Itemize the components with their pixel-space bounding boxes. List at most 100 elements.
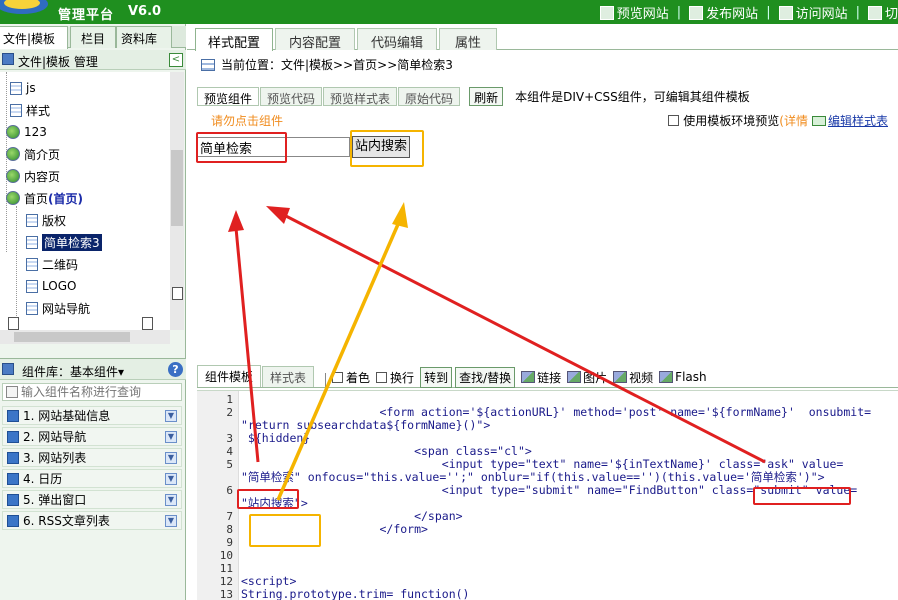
line-number: 9: [226, 536, 233, 549]
flash-button[interactable]: Flash: [659, 367, 707, 387]
collapse-left-icon[interactable]: <: [169, 53, 183, 67]
category-icon: [7, 430, 19, 443]
top-links: 预览网站 | 发布网站 | 访问网站 | 切: [599, 3, 898, 22]
category-icon: [7, 451, 19, 464]
image-icon: [567, 371, 582, 383]
main-panel: 样式配置 内容配置 代码编辑 属性 当前位置：文件|模板>>首页>>简单检索3 …: [187, 24, 898, 600]
preview-icon: [599, 5, 614, 20]
line-number: 12: [219, 575, 233, 588]
category-item[interactable]: 4. 日历 ▼: [2, 469, 182, 488]
page-icon: [10, 103, 22, 117]
library-icon: [2, 363, 14, 375]
component-description: 本组件是DIV+CSS组件，可编辑其组件模板: [515, 89, 750, 104]
tree-item[interactable]: 二维码: [26, 254, 78, 274]
tab-properties[interactable]: 属性: [439, 28, 497, 51]
find-replace-button[interactable]: 查找/替换: [455, 366, 516, 388]
expand-icon[interactable]: ▼: [165, 514, 177, 527]
page-icon: [26, 301, 38, 315]
edit-css-link[interactable]: 编辑样式表: [828, 112, 888, 129]
sidebar-tabs: 文件|模板 栏目 资料库: [0, 26, 186, 49]
tab-file-template[interactable]: 文件|模板: [0, 26, 68, 49]
component-search-input[interactable]: [21, 385, 171, 399]
expand-icon[interactable]: ▼: [165, 409, 177, 422]
tab-code-edit[interactable]: 代码编辑: [357, 28, 437, 51]
panel-icon: [2, 53, 14, 65]
tree-item[interactable]: LOGO: [26, 276, 76, 296]
expand-icon[interactable]: ▼: [165, 493, 177, 506]
code-editor[interactable]: 1 2 3 4 5 6 7 8 9 10 11 12 13 <form acti…: [197, 390, 898, 600]
category-item[interactable]: 5. 弹出窗口 ▼: [2, 490, 182, 509]
tab-component-template[interactable]: 组件模板: [197, 365, 262, 387]
tree-item[interactable]: 网站导航: [26, 298, 90, 318]
line-number: 8: [226, 523, 233, 536]
preview-site-link[interactable]: 预览网站: [599, 3, 669, 22]
line-number: 13: [219, 588, 233, 600]
tree-item-selected[interactable]: 简单检索3: [26, 232, 102, 252]
video-icon: [613, 371, 628, 383]
expand-icon[interactable]: ▼: [165, 430, 177, 443]
tree-item[interactable]: 版权: [26, 210, 66, 230]
tree-item[interactable]: 简介页: [6, 144, 60, 164]
category-icon: [7, 514, 19, 527]
video-button[interactable]: 视频: [613, 367, 653, 387]
subtab-raw-code[interactable]: 原始代码: [398, 86, 461, 106]
annotation-box-red: [237, 489, 299, 509]
image-button[interactable]: 图片: [567, 367, 607, 387]
visit-site-link[interactable]: 访问网站: [778, 3, 848, 22]
preview-options: 使用模板环境预览 (详情 编辑样式表: [668, 112, 888, 129]
warning-text: 请勿点击组件: [211, 114, 284, 128]
subtab-preview-code[interactable]: 预览代码: [260, 86, 323, 106]
category-item[interactable]: 2. 网站导航 ▼: [2, 427, 182, 446]
editor-toolbar: 组件模板 样式表 着色 换行 转到 查找/替换 链接 图片 视频 Flash: [197, 365, 898, 388]
line-number: 10: [219, 549, 233, 562]
subtab-preview-component[interactable]: 预览组件: [197, 86, 260, 106]
tree-item[interactable]: 123: [6, 122, 47, 142]
subtab-preview-css[interactable]: 预览样式表: [323, 86, 398, 106]
detail-link[interactable]: (详情: [779, 112, 808, 129]
switch-link[interactable]: 切: [867, 3, 898, 22]
flash-icon: [659, 371, 674, 383]
line-number: 4: [226, 445, 233, 458]
tree-item[interactable]: js: [10, 78, 36, 98]
category-item[interactable]: 6. RSS文章列表 ▼: [2, 511, 182, 530]
line-number: 6: [226, 484, 233, 497]
category-item[interactable]: 3. 网站列表 ▼: [2, 448, 182, 467]
tree-item[interactable]: 内容页: [6, 166, 60, 186]
goto-button[interactable]: 转到: [420, 366, 453, 388]
left-panel: 文件|模板 栏目 资料库 文件|模板 管理 < js 样式 123 简介页 内容…: [0, 24, 186, 600]
line-number: 5: [226, 458, 233, 471]
folder-icon: [6, 191, 20, 205]
category-item[interactable]: 1. 网站基础信息 ▼: [2, 406, 182, 425]
tree-horizontal-scrollbar[interactable]: [0, 330, 170, 344]
css-icon: [811, 115, 826, 126]
expand-icon[interactable]: ▼: [165, 472, 177, 485]
wrap-toggle[interactable]: 换行: [376, 367, 414, 387]
link-button[interactable]: 链接: [521, 367, 561, 387]
file-tree: js 样式 123 简介页 内容页 首页 (首页) 版权 简单检索3 二维码 LO…: [0, 72, 170, 330]
scroll-square: [8, 317, 19, 330]
breadcrumb: 当前位置：文件|模板>>首页>>简单检索3: [201, 56, 453, 73]
tab-stylesheet[interactable]: 样式表: [262, 366, 315, 387]
help-icon[interactable]: ?: [168, 362, 183, 377]
tree-item[interactable]: 样式: [10, 100, 50, 120]
tab-content-config[interactable]: 内容配置: [275, 28, 355, 51]
publish-site-link[interactable]: 发布网站: [689, 3, 758, 22]
use-env-checkbox[interactable]: [668, 115, 680, 126]
folder-icon: [6, 125, 20, 139]
breadcrumb-text: 当前位置：文件|模板>>首页>>简单检索3: [221, 58, 453, 72]
refresh-button[interactable]: 刷新: [469, 86, 504, 106]
tab-column[interactable]: 栏目: [70, 26, 116, 48]
tree-item-home[interactable]: 首页 (首页): [6, 188, 83, 208]
component-library-select[interactable]: 组件库：基本组件▾: [22, 363, 124, 380]
color-toggle[interactable]: 着色: [332, 367, 370, 387]
main-tabs: 样式配置 内容配置 代码编辑 属性: [187, 28, 898, 51]
link-icon: [521, 371, 536, 383]
tab-library[interactable]: 资料库: [116, 26, 172, 48]
page-icon: [26, 235, 38, 249]
tab-style-config[interactable]: 样式配置: [195, 28, 273, 51]
platform-logo: [0, 0, 48, 14]
scroll-square: [142, 317, 153, 330]
expand-icon[interactable]: ▼: [165, 451, 177, 464]
line-number: 1: [226, 393, 233, 406]
preview-subtabs: 预览组件 预览代码 预览样式表 原始代码 刷新 本组件是DIV+CSS组件，可编…: [197, 86, 898, 106]
